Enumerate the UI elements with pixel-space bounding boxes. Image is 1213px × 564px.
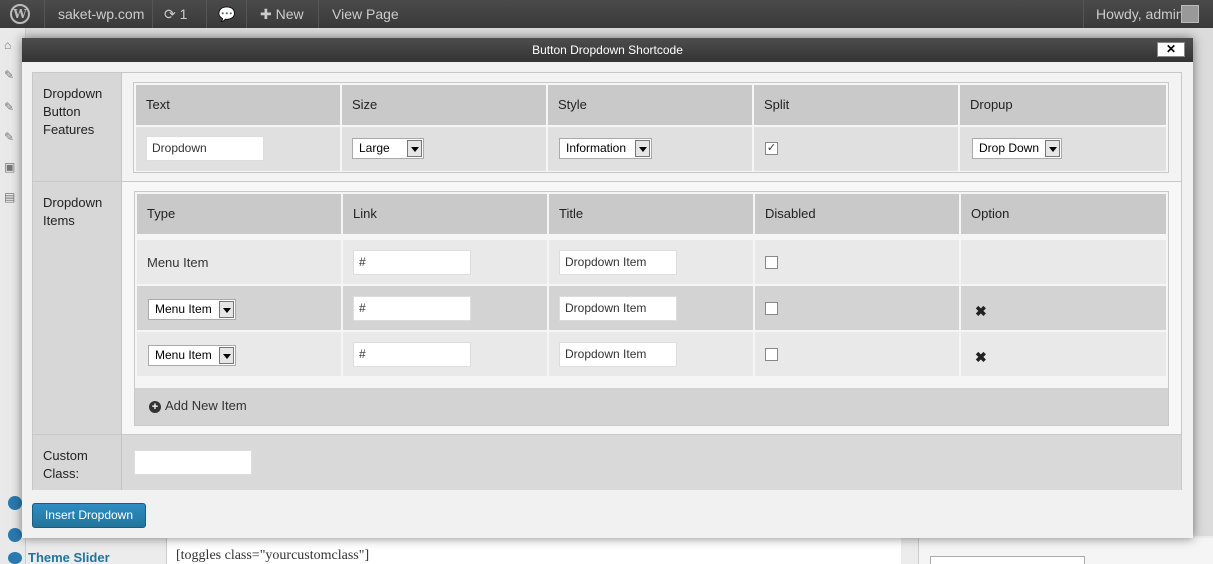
item-type-label: Menu Item xyxy=(147,255,209,270)
type-select[interactable]: Menu Item xyxy=(148,345,236,366)
template-select[interactable] xyxy=(930,556,1085,564)
split-checkbox[interactable]: ✓ xyxy=(765,142,778,155)
theme-slider-icon xyxy=(8,552,22,564)
comments-icon[interactable]: 💬 xyxy=(218,0,235,28)
pin-icon-2[interactable]: ✎ xyxy=(4,100,20,114)
text-input[interactable]: Dropdown xyxy=(146,136,264,161)
form-table: Dropdown Button Features Text Size Style… xyxy=(32,72,1182,490)
title-input[interactable]: Dropdown Item xyxy=(559,342,677,367)
header-option: Option xyxy=(961,194,1166,234)
site-name-link[interactable]: saket-wp.com xyxy=(58,0,144,28)
chevron-down-icon xyxy=(219,347,234,364)
account-greeting[interactable]: Howdy, admin xyxy=(1096,0,1184,28)
remove-icon[interactable]: ✖ xyxy=(975,349,987,366)
features-label: Dropdown Button Features xyxy=(33,73,122,181)
wordpress-logo-icon[interactable]: W xyxy=(10,0,32,28)
disabled-checkbox[interactable] xyxy=(765,348,778,361)
disabled-cell xyxy=(755,332,959,376)
refresh-icon: ⟳ xyxy=(164,6,176,22)
media-icon[interactable]: ▣ xyxy=(4,160,20,174)
updates-link[interactable]: ⟳ 1 xyxy=(164,0,187,28)
pin-icon[interactable]: ✎ xyxy=(4,68,20,82)
features-cell: Text Size Style Split Dropup Dropdown La… xyxy=(122,73,1181,181)
items-table: Type Link Title Disabled Option Menu Ite… xyxy=(134,191,1169,426)
header-disabled: Disabled xyxy=(755,194,959,234)
plugin-icon-2[interactable] xyxy=(8,528,22,542)
shortcode-modal: Button Dropdown Shortcode ✕ Dropdown But… xyxy=(22,38,1193,538)
link-input[interactable]: # xyxy=(353,342,471,367)
header-size: Size xyxy=(342,85,546,125)
split-cell xyxy=(754,127,958,171)
size-select-value: Large xyxy=(359,141,390,155)
chevron-down-icon xyxy=(1045,140,1060,157)
new-content-link[interactable]: ✚ New xyxy=(260,0,304,28)
option-cell xyxy=(961,240,1166,284)
custom-class-input[interactable] xyxy=(134,450,252,475)
size-select[interactable]: Large xyxy=(352,138,424,159)
pages-icon[interactable]: ▤ xyxy=(4,190,20,204)
add-circle-icon: + xyxy=(149,401,161,413)
plus-icon: ✚ xyxy=(260,6,272,22)
dropup-select-value: Drop Down xyxy=(979,141,1040,155)
disabled-checkbox[interactable] xyxy=(765,302,778,315)
close-button[interactable]: ✕ xyxy=(1157,42,1185,57)
link-input[interactable]: # xyxy=(353,250,471,275)
plugin-icon[interactable] xyxy=(8,496,22,510)
type-select-value: Menu Item xyxy=(155,348,212,362)
disabled-checkbox[interactable] xyxy=(765,256,778,269)
option-cell xyxy=(961,332,1166,376)
disabled-cell xyxy=(755,286,959,330)
editor-shortcode-text: [toggles class="yourcustomclass"] xyxy=(176,548,370,563)
header-text: Text xyxy=(136,85,340,125)
dashboard-icon[interactable]: ⌂ xyxy=(4,38,20,52)
insert-dropdown-button[interactable]: Insert Dropdown xyxy=(32,503,146,528)
features-table: Text Size Style Split Dropup Dropdown La… xyxy=(133,82,1169,173)
custom-class-label: Custom Class: xyxy=(33,435,122,490)
admin-bar: W saket-wp.com ⟳ 1 💬 ✚ New View Page How… xyxy=(0,0,1213,28)
title-input[interactable]: Dropdown Item xyxy=(559,250,677,275)
style-select[interactable]: Information xyxy=(559,138,652,159)
custom-class-cell xyxy=(122,435,1181,490)
pin-icon-3[interactable]: ✎ xyxy=(4,130,20,144)
remove-icon[interactable]: ✖ xyxy=(975,303,987,320)
updates-count: 1 xyxy=(179,6,188,22)
close-icon: ✕ xyxy=(1165,42,1177,56)
chevron-down-icon xyxy=(635,140,650,157)
style-select-value: Information xyxy=(566,141,627,155)
header-split: Split xyxy=(754,85,958,125)
title-input[interactable]: Dropdown Item xyxy=(559,296,677,321)
type-select[interactable]: Menu Item xyxy=(148,299,236,320)
modal-title: Button Dropdown Shortcode xyxy=(22,38,1193,62)
modal-body: Dropdown Button Features Text Size Style… xyxy=(22,62,1193,538)
new-label: New xyxy=(275,6,304,22)
chevron-down-icon xyxy=(407,140,422,157)
type-select-value: Menu Item xyxy=(155,302,212,316)
add-new-item-link[interactable]: Add New Item xyxy=(165,398,247,413)
option-cell xyxy=(961,286,1166,330)
view-page-link[interactable]: View Page xyxy=(332,0,399,28)
header-dropup: Dropup xyxy=(960,85,1166,125)
theme-slider-link[interactable]: Theme Slider xyxy=(28,550,110,564)
items-label: Dropdown Items xyxy=(33,182,122,434)
chevron-down-icon xyxy=(219,301,234,318)
header-style: Style xyxy=(548,85,752,125)
link-input[interactable]: # xyxy=(353,296,471,321)
header-title: Title xyxy=(549,194,753,234)
header-link: Link xyxy=(343,194,547,234)
avatar[interactable] xyxy=(1181,5,1199,23)
add-item-row[interactable]: + Add New Item xyxy=(135,388,1168,425)
disabled-cell xyxy=(755,240,959,284)
header-type: Type xyxy=(137,194,341,234)
items-cell: Type Link Title Disabled Option Menu Ite… xyxy=(122,182,1181,434)
dropup-select[interactable]: Drop Down xyxy=(972,138,1062,159)
